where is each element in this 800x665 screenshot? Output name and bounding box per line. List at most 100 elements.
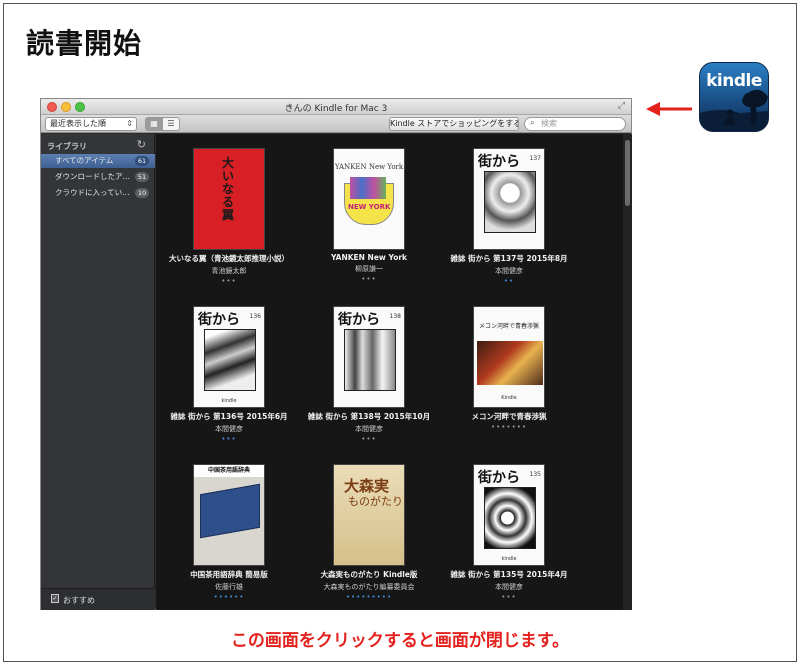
cover-title: YANKEN New York <box>334 163 404 171</box>
book-author: 柳原謙一 <box>355 265 383 273</box>
kindle-app-window[interactable]: きんの Kindle for Mac 3 ⤢ 最近表示した順 ⇕ ▦ ☰ Kin… <box>40 98 632 610</box>
sidebar-item-cloud[interactable]: クラウドに入ってい… 10 <box>41 186 155 200</box>
progress-dots: ••••••••• <box>345 593 393 601</box>
cover-art <box>344 329 396 391</box>
book-item[interactable]: 街から 135 kindle 雑誌 街から 第135号 2015年4月 本間健彦… <box>444 464 574 601</box>
cover-title: 街から <box>198 312 240 328</box>
scroll-thumb[interactable] <box>625 140 630 206</box>
cover-art <box>484 171 536 233</box>
book-item[interactable]: 大いなる翼 大いなる翼（青池鏡太郎推理小説） 青池鏡太郎 ••• <box>164 148 294 285</box>
sidebar-item-label: すべてのアイテム <box>55 156 114 165</box>
cover-issue: 135 <box>529 471 541 478</box>
reading-tree-icon <box>700 89 768 131</box>
book-item[interactable]: 中国茶用語辞典 中国茶用語辞典 簡易版 佐藤行雄 •••••• <box>164 464 294 601</box>
cover-art <box>350 177 386 199</box>
cover-title: メコン河畔で青春渉猟 <box>478 323 539 330</box>
progress-dots: ••• <box>221 435 237 443</box>
book-cover[interactable]: メコン河畔で青春渉猟 Kindle <box>473 306 545 408</box>
library-grid: 大いなる翼 大いなる翼（青池鏡太郎推理小説） 青池鏡太郎 ••• YANKEN … <box>156 134 623 610</box>
fullscreen-icon[interactable]: ⤢ <box>618 101 625 111</box>
book-title: 雑誌 街から 第135号 2015年4月 <box>450 570 568 579</box>
cover-title: 大いなる翼 <box>221 156 234 222</box>
book-title: メコン河畔で青春渉猟 <box>471 412 547 421</box>
screen-frame[interactable]: 読書開始 kindle きんの Kindle for Mac 3 ⤢ 最近表示し… <box>3 3 797 662</box>
book-title: 雑誌 街から 第138号 2015年10月 <box>307 412 431 421</box>
book-item[interactable]: 街から 138 雑誌 街から 第138号 2015年10月 本間健彦 ••• <box>304 306 434 443</box>
list-view-button[interactable]: ☰ <box>162 117 180 131</box>
book-author: 本間健彦 <box>215 425 243 433</box>
book-author: 青池鏡太郎 <box>211 267 247 275</box>
library-header: ライブラリ <box>47 142 87 151</box>
book-item[interactable]: 街から 136 kindle 雑誌 街から 第136号 2015年6月 本間健彦… <box>164 306 294 443</box>
book-item[interactable]: 大森実 ものがたり 大森実ものがたり Kindle版 大森実ものがたり編纂委員会… <box>304 464 434 601</box>
progress-dots: ••• <box>221 277 237 285</box>
book-item[interactable]: YANKEN New York NEW YORK YANKEN New York… <box>304 148 434 283</box>
cover-art <box>200 483 260 539</box>
cover-art <box>204 329 256 391</box>
progress-dots: ••• <box>361 435 377 443</box>
recommendations-label: おすすめ <box>63 596 95 605</box>
book-cover[interactable]: 街から 137 <box>473 148 545 250</box>
toolbar: 最近表示した順 ⇕ ▦ ☰ Kindle ストアでショッピングをする ⌕ 検索 <box>41 115 631 133</box>
list-icon: ☰ <box>167 119 175 128</box>
count-badge: 61 <box>135 156 149 166</box>
window-title: きんの Kindle for Mac 3 <box>284 104 388 114</box>
book-title: 大森実ものがたり Kindle版 <box>320 570 418 579</box>
book-cover[interactable]: 街から 135 kindle <box>473 464 545 566</box>
sidebar-item-label: クラウドに入ってい… <box>55 188 130 197</box>
progress-dots: •••••• <box>213 593 245 601</box>
book-item[interactable]: 街から 137 雑誌 街から 第137号 2015年8月 本間健彦 •• <box>444 148 574 285</box>
page-title: 読書開始 <box>26 27 143 60</box>
sidebar-item-downloaded[interactable]: ダウンロードしたア… 51 <box>41 170 155 184</box>
close-instruction: この画面をクリックすると画面が閉じます。 <box>230 631 570 651</box>
sidebar-item-label: ダウンロードしたア… <box>55 172 130 181</box>
cover-footer: Kindle <box>501 395 517 401</box>
book-cover[interactable]: 中国茶用語辞典 <box>193 464 265 566</box>
cover-subtitle: NEW YORK <box>348 203 391 211</box>
cover-photo <box>477 341 543 385</box>
cover-title: 中国茶用語辞典 <box>194 465 264 477</box>
count-badge: 10 <box>135 188 149 198</box>
count-badge: 51 <box>135 172 149 182</box>
book-title: 中国茶用語辞典 簡易版 <box>190 570 268 579</box>
progress-dots: ••••••• <box>491 423 527 431</box>
book-author: 本間健彦 <box>355 425 383 433</box>
cover-issue: 136 <box>249 313 261 320</box>
recommend-icon: ✓ <box>51 594 59 603</box>
book-cover[interactable]: YANKEN New York NEW YORK <box>333 148 405 250</box>
cover-title: 街から <box>478 470 520 486</box>
book-item[interactable]: メコン河畔で青春渉猟 Kindle メコン河畔で青春渉猟 ••••••• <box>444 306 574 431</box>
progress-dots: ••• <box>361 275 377 283</box>
book-cover[interactable]: 大森実 ものがたり <box>333 464 405 566</box>
cover-subtitle: ものがたり <box>348 495 403 508</box>
recommendations-bar[interactable]: ✓ おすすめ <box>41 588 155 610</box>
cover-art <box>484 487 536 549</box>
arrow-icon <box>646 102 692 116</box>
title-bar[interactable]: きんの Kindle for Mac 3 ⤢ <box>41 99 631 115</box>
sort-select[interactable]: 最近表示した順 ⇕ <box>45 117 137 131</box>
sort-select-value: 最近表示した順 <box>50 119 106 128</box>
book-author: 佐藤行雄 <box>215 583 243 591</box>
book-author: 大森実ものがたり編纂委員会 <box>323 583 415 591</box>
book-author: 本間健彦 <box>495 583 523 591</box>
book-title: 雑誌 街から 第137号 2015年8月 <box>450 254 568 263</box>
book-cover[interactable]: 街から 136 kindle <box>193 306 265 408</box>
search-icon: ⌕ <box>530 118 536 128</box>
book-title: 雑誌 街から 第136号 2015年6月 <box>170 412 288 421</box>
search-input[interactable]: ⌕ 検索 <box>524 117 626 131</box>
progress-dots: ••• <box>501 593 517 601</box>
kindle-store-button[interactable]: Kindle ストアでショッピングをする <box>389 117 519 131</box>
book-cover[interactable]: 大いなる翼 <box>193 148 265 250</box>
grid-view-button[interactable]: ▦ <box>145 117 163 131</box>
updown-chevron-icon: ⇕ <box>126 119 133 128</box>
book-title: YANKEN New York <box>330 253 408 262</box>
cover-title: 街から <box>478 154 520 170</box>
progress-dots: •• <box>503 277 515 285</box>
vertical-scrollbar[interactable] <box>623 134 632 610</box>
cover-issue: 138 <box>389 313 401 320</box>
cover-title: 街から <box>338 312 380 328</box>
search-placeholder: 検索 <box>541 119 557 128</box>
sidebar-item-all-items[interactable]: すべてのアイテム 61 <box>41 154 155 168</box>
sync-icon[interactable]: ↻ <box>137 138 146 151</box>
book-cover[interactable]: 街から 138 <box>333 306 405 408</box>
